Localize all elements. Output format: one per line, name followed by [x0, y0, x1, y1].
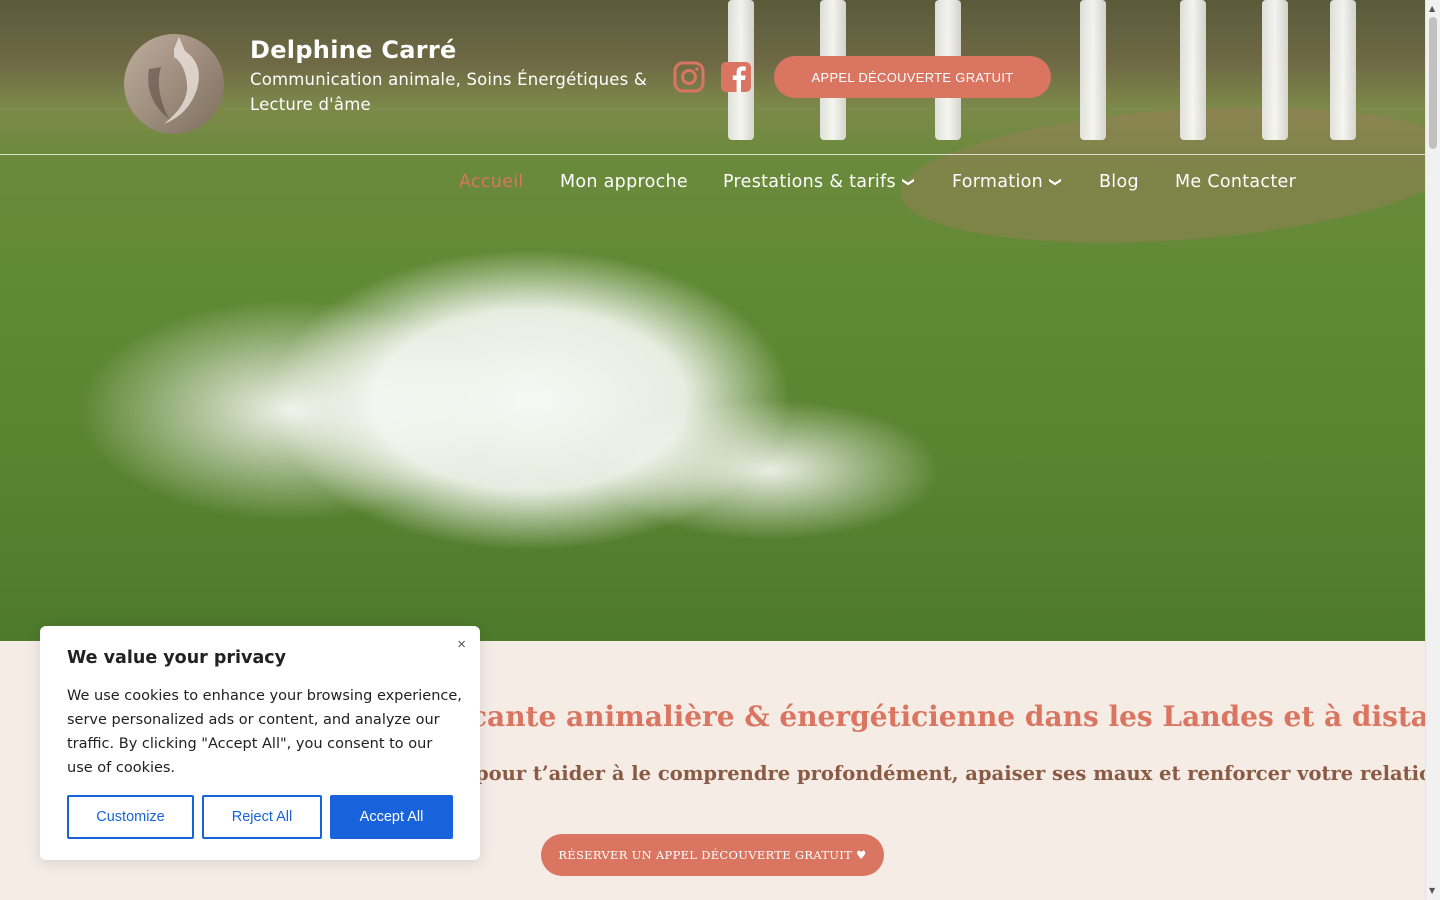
nav-item-accueil[interactable]: Accueil: [459, 172, 524, 192]
reject-all-button[interactable]: Reject All: [202, 795, 322, 839]
accept-all-button[interactable]: Accept All: [330, 795, 453, 839]
nav-item-blog[interactable]: Blog: [1099, 172, 1139, 192]
main-nav: Accueil Mon approche Prestations & tarif…: [0, 172, 1425, 198]
nav-item-label: Formation: [952, 172, 1044, 192]
chevron-down-icon: ❯: [902, 176, 917, 188]
cat-moon-logo-icon[interactable]: [119, 29, 229, 136]
nav-item-label: Mon approche: [560, 172, 688, 192]
site-title[interactable]: Delphine Carré: [250, 36, 457, 64]
book-call-button[interactable]: RÉSERVER UN APPEL DÉCOUVERTE GRATUIT ♥: [541, 834, 884, 876]
close-icon[interactable]: ×: [457, 636, 466, 653]
customize-button[interactable]: Customize: [67, 795, 194, 839]
nav-item-label: Blog: [1099, 172, 1139, 192]
cookie-body: We use cookies to enhance your browsing …: [67, 688, 462, 776]
page-subline: pour t’aider à le comprendre profondémen…: [475, 762, 1440, 785]
instagram-icon[interactable]: [673, 61, 705, 93]
nav-item-prestations[interactable]: Prestations & tarifs ❯: [723, 172, 917, 192]
scrollbar-thumb[interactable]: [1429, 17, 1437, 149]
nav-item-label: Me Contacter: [1175, 172, 1297, 192]
chevron-down-icon: ❯: [1049, 176, 1064, 188]
nav-item-contact[interactable]: Me Contacter: [1175, 172, 1296, 192]
fence-post: [1080, 0, 1106, 140]
free-call-button[interactable]: APPEL DÉCOUVERTE GRATUIT: [774, 56, 1051, 98]
nav-item-label: Accueil: [459, 172, 524, 192]
fence-post: [1330, 0, 1356, 140]
facebook-icon[interactable]: [720, 61, 752, 93]
cookie-title: We value your privacy: [67, 648, 287, 668]
scroll-down-icon[interactable]: ▼: [1429, 886, 1435, 895]
nav-item-mon-approche[interactable]: Mon approche: [560, 172, 688, 192]
cookie-banner: × We value your privacy We use cookies t…: [40, 626, 480, 860]
scrollbar[interactable]: ▲ ▼: [1425, 0, 1440, 900]
site-tagline: Communication animale, Soins Énergétique…: [250, 70, 647, 114]
nav-item-formation[interactable]: Formation ❯: [952, 172, 1064, 192]
header-divider: [0, 154, 1425, 155]
fence-post: [1262, 0, 1288, 140]
nav-item-label: Prestations & tarifs: [723, 172, 896, 192]
page-headline: cante animalière & énergéticienne dans l…: [470, 700, 1440, 733]
fence-post: [1180, 0, 1206, 140]
scroll-up-icon[interactable]: ▲: [1429, 4, 1435, 13]
